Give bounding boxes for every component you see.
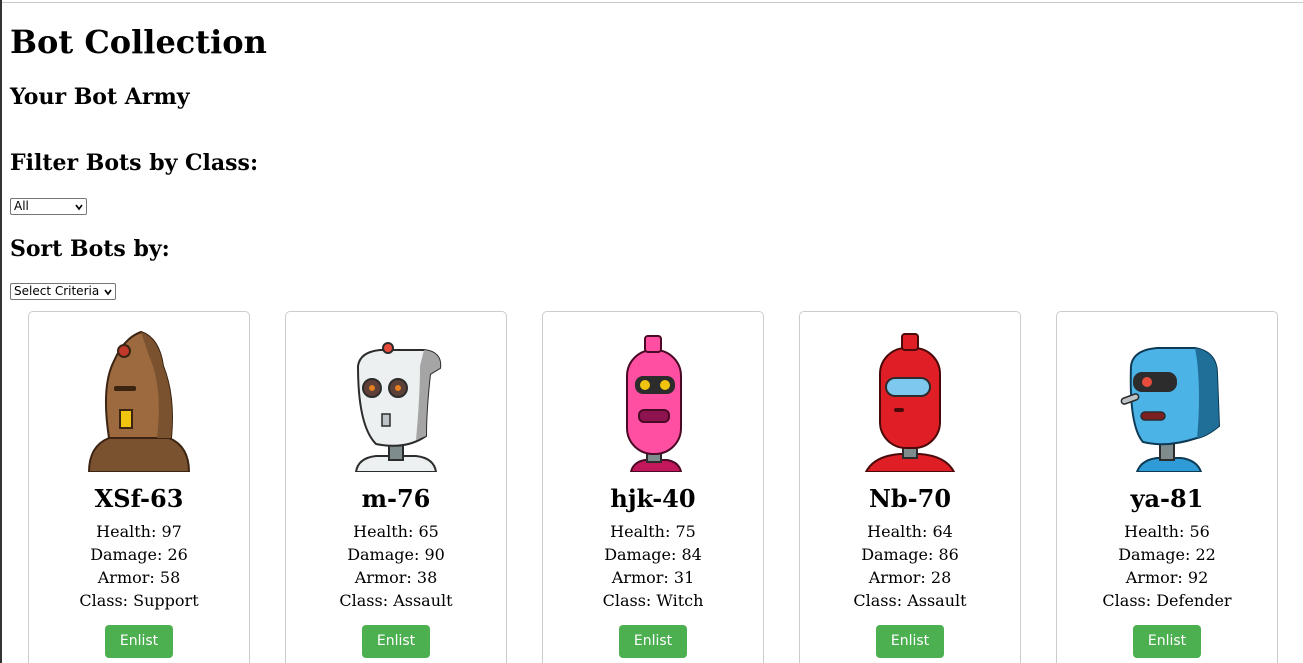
army-heading: Your Bot Army <box>10 84 190 110</box>
enlist-button[interactable]: Enlist <box>619 625 687 658</box>
sort-criteria-select[interactable]: Select Criteria <box>10 283 116 300</box>
bot-class: Class: Witch <box>602 591 704 610</box>
bot-health: Health: 97 <box>96 522 182 541</box>
enlist-button[interactable]: Enlist <box>1133 625 1201 658</box>
bot-card: ya-81 Health: 56 Damage: 22 Armor: 92 Cl… <box>1056 311 1278 663</box>
bot-health: Health: 64 <box>867 522 953 541</box>
bot-health: Health: 65 <box>353 522 439 541</box>
bot-damage: Damage: 26 <box>90 545 188 564</box>
page-title: Bot Collection <box>10 23 267 61</box>
bot-name: ya-81 <box>1130 484 1204 513</box>
bot-avatar-image <box>87 330 191 472</box>
enlist-button[interactable]: Enlist <box>105 625 173 658</box>
bot-card: XSf-63 Health: 97 Damage: 26 Armor: 58 C… <box>28 311 250 663</box>
enlist-button[interactable]: Enlist <box>876 625 944 658</box>
chevron-down-icon <box>104 289 112 295</box>
bot-name: XSf-63 <box>94 484 184 513</box>
bot-name: hjk-40 <box>610 484 696 513</box>
bot-armor: Armor: 92 <box>1125 568 1209 587</box>
bot-card: m-76 Health: 65 Damage: 90 Armor: 38 Cla… <box>285 311 507 663</box>
bot-health: Health: 75 <box>610 522 696 541</box>
filter-heading: Filter Bots by Class: <box>10 150 259 176</box>
bot-avatar-image <box>354 342 442 472</box>
bot-damage: Damage: 22 <box>1118 545 1216 564</box>
enlist-button[interactable]: Enlist <box>362 625 430 658</box>
bot-damage: Damage: 86 <box>861 545 959 564</box>
window-top-border <box>0 2 1303 3</box>
bot-armor: Armor: 28 <box>868 568 952 587</box>
bot-avatar-image <box>626 335 683 472</box>
bot-name: Nb-70 <box>868 484 952 513</box>
bot-health: Health: 56 <box>1124 522 1210 541</box>
class-filter-value: All <box>14 199 29 213</box>
bot-armor: Armor: 38 <box>354 568 438 587</box>
bot-avatar-image <box>1120 347 1221 472</box>
bot-class: Class: Defender <box>1102 591 1232 610</box>
sort-criteria-value: Select Criteria <box>14 284 100 298</box>
class-filter-select[interactable]: All <box>10 198 87 215</box>
bot-damage: Damage: 90 <box>347 545 445 564</box>
bot-avatar-image <box>864 333 956 472</box>
sort-heading: Sort Bots by: <box>10 236 170 262</box>
bot-card: Nb-70 Health: 64 Damage: 86 Armor: 28 Cl… <box>799 311 1021 663</box>
bot-class: Class: Assault <box>853 591 967 610</box>
bot-class: Class: Assault <box>339 591 453 610</box>
window-left-edge <box>0 0 2 663</box>
bot-armor: Armor: 31 <box>611 568 695 587</box>
chevron-down-icon <box>75 204 83 210</box>
bot-class: Class: Support <box>79 591 199 610</box>
bot-card: hjk-40 Health: 75 Damage: 84 Armor: 31 C… <box>542 311 764 663</box>
bot-armor: Armor: 58 <box>97 568 181 587</box>
bot-name: m-76 <box>361 484 431 513</box>
bot-damage: Damage: 84 <box>604 545 702 564</box>
